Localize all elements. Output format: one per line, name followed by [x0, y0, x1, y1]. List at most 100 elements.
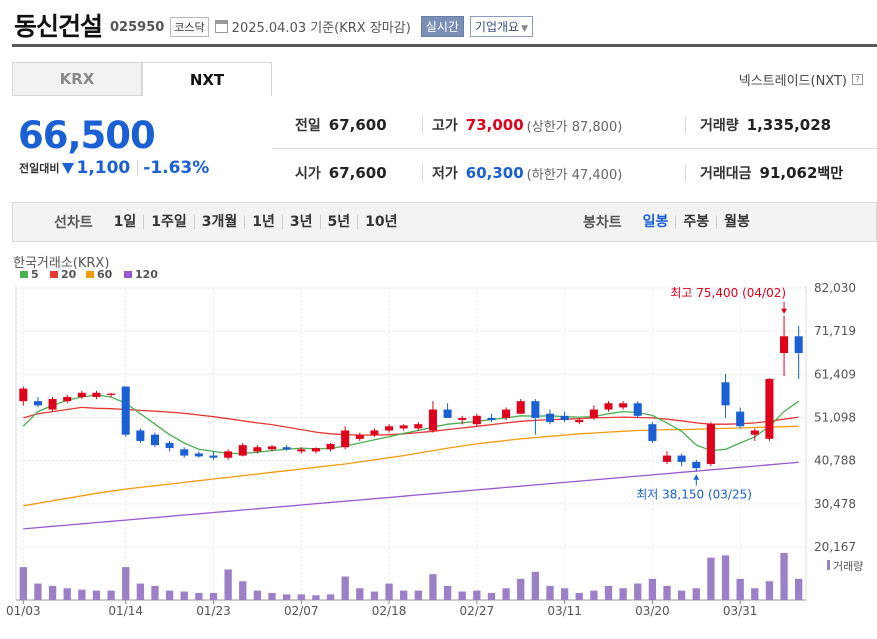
- candle-body: [311, 448, 320, 452]
- candle-body: [575, 420, 584, 423]
- candle-body: [545, 413, 555, 423]
- stock-header: 동신건설 025950 코스닥 2025.04.03 기준(KRX 장마감) 실…: [12, 6, 877, 44]
- period-10y[interactable]: 10년: [357, 215, 404, 229]
- company-info-label: 기업개요: [474, 20, 520, 34]
- trade-amount: 거래대금 91,062 백만: [700, 149, 843, 197]
- candle-body: [794, 336, 803, 354]
- candle-monthly[interactable]: 월봉: [716, 215, 757, 229]
- x-tick-label: 02/07: [284, 604, 319, 618]
- legend-label: 60: [97, 268, 113, 281]
- y-tick-label: 51,098: [814, 411, 856, 425]
- exchange-tabs: KRX NXT: [12, 62, 272, 96]
- volume-bar: [707, 557, 715, 600]
- volume-bar: [239, 581, 247, 600]
- volume-bar: [487, 592, 496, 600]
- volume-bar: [224, 569, 232, 600]
- volume-label: 거래량: [833, 560, 863, 573]
- legend-swatch: [50, 271, 58, 278]
- candle-body: [560, 415, 569, 421]
- period-bar: 선차트 1일 1주일 3개월 1년 3년 5년 10년 봉차트 일봉 주봉 월봉: [12, 202, 877, 242]
- plot-background: [16, 288, 806, 547]
- candle-body: [706, 424, 715, 464]
- candle-body: [33, 401, 42, 406]
- period-5y[interactable]: 5년: [319, 215, 358, 229]
- volume-bar: [546, 585, 554, 600]
- upper-limit: (상한가 87,800): [526, 119, 623, 135]
- candle-body: [326, 443, 335, 450]
- candle-body: [589, 409, 598, 418]
- price-summary: 전일 67,600 고가 73,000 (상한가 87,800) 거래량 1,3…: [272, 101, 877, 197]
- open-price: 시가 67,600: [295, 149, 387, 197]
- prev-close: 전일 67,600: [295, 101, 387, 149]
- candle-body: [355, 434, 364, 439]
- tab-krx[interactable]: KRX: [12, 62, 142, 96]
- candle-body: [180, 449, 189, 456]
- candle-body: [765, 378, 774, 439]
- x-tick-label: 01/23: [196, 604, 231, 618]
- y-tick-label: 30,478: [814, 497, 856, 511]
- period-3m[interactable]: 3개월: [193, 215, 245, 229]
- prev-close-label: 전일: [295, 118, 321, 134]
- current-price: 66,500: [18, 114, 156, 157]
- candle-weekly[interactable]: 주봉: [675, 215, 716, 229]
- volume-bar: [619, 588, 627, 600]
- candle-body: [165, 443, 174, 449]
- open-label: 시가: [295, 166, 321, 182]
- change-value: 1,100: [76, 158, 131, 178]
- volume-bar: [19, 567, 27, 600]
- period-3y[interactable]: 3년: [281, 215, 320, 229]
- help-icon[interactable]: ?: [852, 74, 863, 85]
- x-tick-label: 01/14: [108, 604, 143, 618]
- candle-body: [780, 336, 789, 354]
- volume-bar: [151, 585, 159, 600]
- period-1y[interactable]: 1년: [244, 215, 282, 229]
- stock-chart: 82,030 71,719 61,409 51,098 40,788 30,478 20,1…: [0, 250, 877, 635]
- volume-bar: [517, 578, 525, 600]
- candle-body: [472, 415, 481, 425]
- volume-bar: [502, 588, 510, 600]
- candle-body: [48, 399, 57, 410]
- x-tick-label: 02/27: [460, 604, 495, 618]
- x-tick-label: 01/03: [6, 604, 41, 618]
- volume-bar: [429, 574, 437, 600]
- candle-body: [370, 430, 379, 435]
- volume-bar: [634, 583, 642, 600]
- realtime-button[interactable]: 실시간: [420, 16, 464, 37]
- candle-body: [662, 455, 672, 462]
- candle-body: [92, 392, 101, 397]
- candle-body: [692, 461, 701, 469]
- divider: [422, 116, 423, 134]
- high-price: 고가 73,000 (상한가 87,800): [432, 101, 622, 149]
- tab-nxt[interactable]: NXT: [142, 62, 272, 96]
- y-tick-label: 71,719: [814, 324, 856, 338]
- candle-body: [136, 430, 145, 441]
- volume-bar: [78, 589, 86, 600]
- candle-body: [253, 447, 262, 452]
- volume-bar: [136, 583, 145, 600]
- candle-body: [238, 445, 247, 456]
- period-1d[interactable]: 1일: [107, 215, 144, 229]
- chevron-down-icon: ▼: [521, 24, 528, 34]
- candle-daily[interactable]: 일봉: [636, 215, 676, 229]
- candle-body: [282, 447, 291, 450]
- y-tick-label: 40,788: [814, 454, 856, 468]
- volume-bar: [473, 590, 481, 600]
- candle-body: [121, 386, 130, 435]
- candle-body: [194, 453, 203, 457]
- candle-body: [443, 409, 452, 418]
- amount-value: 91,062: [759, 164, 818, 182]
- volume-bar: [253, 590, 262, 600]
- candle-body: [677, 455, 686, 462]
- company-info-button[interactable]: 기업개요 ▼: [469, 16, 533, 37]
- volume-bar: [663, 585, 671, 600]
- volume-bar: [414, 590, 422, 600]
- company-name: 동신건설: [14, 12, 103, 41]
- candle-body: [77, 392, 86, 397]
- divider: [422, 164, 423, 182]
- volume-bar: [780, 553, 788, 600]
- volume-bar: [297, 594, 305, 600]
- x-tick-label: 03/31: [723, 604, 758, 618]
- candlestick-chart: 82,030 71,719 61,409 51,098 40,788 30,478 20,1…: [6, 256, 863, 618]
- period-1w[interactable]: 1주일: [143, 215, 194, 229]
- candle-body: [107, 393, 116, 395]
